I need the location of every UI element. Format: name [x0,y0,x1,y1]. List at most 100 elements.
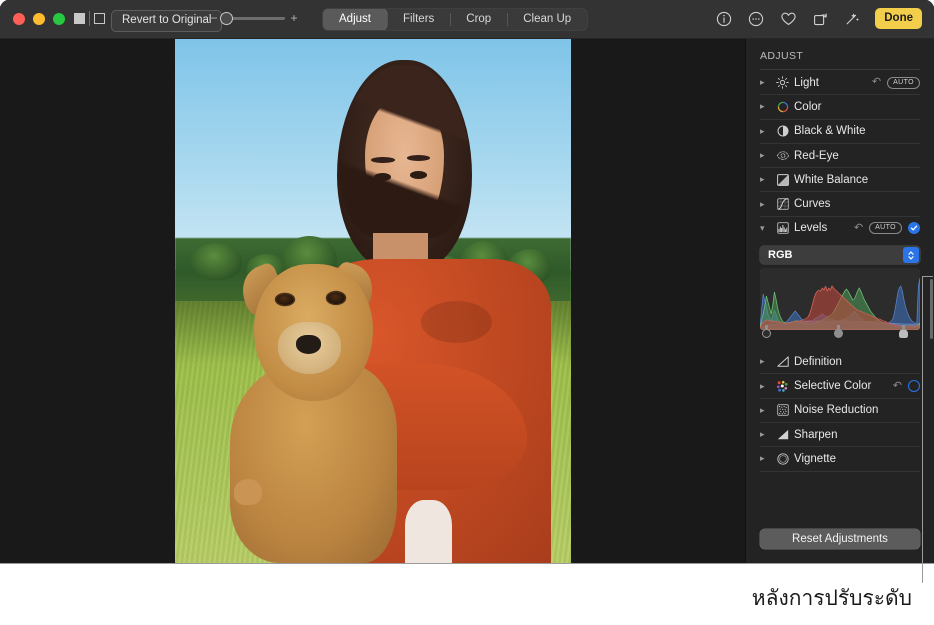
more-options-icon[interactable] [747,10,765,28]
sidebar-title: ADJUST [746,39,934,69]
filled-square-icon [74,13,85,24]
divider [89,11,90,26]
noise-reduction-icon [773,403,792,418]
midtone-handle[interactable] [834,329,843,341]
levels-histogram[interactable] [760,268,920,330]
chevron-right-icon[interactable]: ▸ [760,454,773,463]
sidebar-item-label: Sharpen [792,429,920,441]
sidebar-item-label: Vignette [792,453,920,465]
rotate-icon[interactable] [811,10,829,28]
white-balance-icon [773,172,792,187]
photos-edit-window: Revert to Original − + Adjust Filters Cr… [0,0,934,563]
zoom-slider-track[interactable] [223,17,285,20]
sidebar-item-label: Black & White [792,125,920,137]
chevron-right-icon[interactable]: ▸ [760,406,773,415]
zoom-window-button[interactable] [53,13,65,25]
revert-icon[interactable]: ↶ [893,381,902,392]
sidebar-item-label: Definition [792,356,920,368]
levels-icon [773,221,792,236]
chevron-down-icon[interactable]: ▾ [760,224,773,233]
reset-adjustments-button[interactable]: Reset Adjustments [760,529,920,549]
minimize-window-button[interactable] [33,13,45,25]
chevron-up-down-icon[interactable] [903,247,919,263]
adjust-sidebar: ADJUST ▸ Light ↶ AUTO ▸ [745,39,934,563]
sidebar-item-color[interactable]: ▸ Color [760,95,920,119]
chevron-right-icon[interactable]: ▸ [760,78,773,87]
curves-icon [773,197,792,212]
sidebar-item-red-eye[interactable]: ▸ Red-Eye [760,144,920,168]
photo-canvas[interactable] [0,39,745,563]
auto-button[interactable]: AUTO [869,222,902,234]
sidebar-item-sharpen[interactable]: ▸ Sharpen [760,423,920,447]
callout-caption: หลังการปรับระดับ [752,582,912,615]
chevron-right-icon[interactable]: ▸ [760,151,773,160]
enhance-icon[interactable] [843,10,861,28]
sidebar-item-vignette[interactable]: ▸ Vignette [760,447,920,471]
row-controls: ↶ AUTO [872,77,920,89]
zoom-in-icon[interactable]: + [290,12,298,24]
info-icon[interactable] [715,10,733,28]
sidebar-item-label: White Balance [792,174,920,186]
sidebar-item-label: Light [792,77,872,89]
sidebar-item-label: Selective Color [792,380,893,392]
callout-vertical-line [922,276,923,583]
sidebar-item-white-balance[interactable]: ▸ White Balance [760,168,920,192]
sidebar-item-curves[interactable]: ▸ Curves [760,192,920,216]
callout-horizontal-line [922,276,933,277]
revert-icon[interactable]: ↶ [872,77,881,88]
color-wheel-icon [773,99,792,114]
revert-to-original-button[interactable]: Revert to Original [111,10,222,32]
levels-histogram-wrap [760,268,920,342]
sidebar-item-light[interactable]: ▸ Light ↶ AUTO [760,71,920,95]
favorite-heart-icon[interactable] [779,10,797,28]
handle-knob [834,329,843,338]
dog-eye-right [327,292,345,304]
tab-adjust[interactable]: Adjust [323,9,387,30]
edit-mode-tabs: Adjust Filters Crop Clean Up [323,9,587,30]
definition-icon [773,354,792,369]
auto-button[interactable]: AUTO [887,77,920,89]
sidebar-item-label: Red-Eye [792,150,920,162]
split-view-toggle[interactable] [74,11,105,26]
sidebar-item-levels[interactable]: ▾ Levels ↶ AUTO [760,217,920,240]
done-button[interactable]: Done [875,8,922,29]
chevron-right-icon[interactable]: ▸ [760,357,773,366]
sidebar-item-label: Levels [792,222,854,234]
handle-tip [902,325,905,330]
chevron-right-icon[interactable]: ▸ [760,102,773,111]
shirt-fold [421,301,492,343]
chevron-right-icon[interactable]: ▸ [760,127,773,136]
handle-knob [899,329,908,338]
sidebar-item-definition[interactable]: ▸ Definition [760,350,920,374]
edited-photo[interactable] [175,39,571,563]
red-eye-icon [773,148,792,163]
chevron-right-icon[interactable]: ▸ [760,175,773,184]
white-point-handle[interactable] [899,329,908,341]
revert-icon[interactable]: ↶ [854,223,863,234]
sidebar-item-black-and-white[interactable]: ▸ Black & White [760,120,920,144]
window-toolbar: Revert to Original − + Adjust Filters Cr… [0,0,934,39]
tab-filters[interactable]: Filters [387,9,450,30]
zoom-slider-control[interactable]: − + [210,12,298,24]
levels-enabled-checkbox[interactable] [908,222,920,234]
sidebar-item-label: Color [792,101,920,113]
row-controls: ↶ AUTO [854,222,920,234]
sidebar-item-noise-reduction[interactable]: ▸ Noise [760,399,920,423]
tab-clean-up[interactable]: Clean Up [507,9,587,30]
levels-channel-select[interactable]: RGB [760,246,920,264]
black-point-handle[interactable] [762,329,771,341]
levels-slider-track[interactable] [760,329,920,342]
outlined-square-icon [94,13,105,24]
chevron-right-icon[interactable]: ▸ [760,430,773,439]
zoom-out-icon[interactable]: − [210,12,218,24]
light-icon [773,75,792,90]
divider [760,69,920,70]
close-window-button[interactable] [13,13,25,25]
vignette-icon [773,451,792,466]
zoom-slider-knob[interactable] [220,12,233,25]
chevron-right-icon[interactable]: ▸ [760,382,773,391]
chevron-right-icon[interactable]: ▸ [760,200,773,209]
tab-crop[interactable]: Crop [450,9,507,30]
photos-editor-screenshot: Revert to Original − + Adjust Filters Cr… [0,0,934,625]
sidebar-item-selective-color[interactable]: ▸ Selective Color ↶ [760,374,920,398]
